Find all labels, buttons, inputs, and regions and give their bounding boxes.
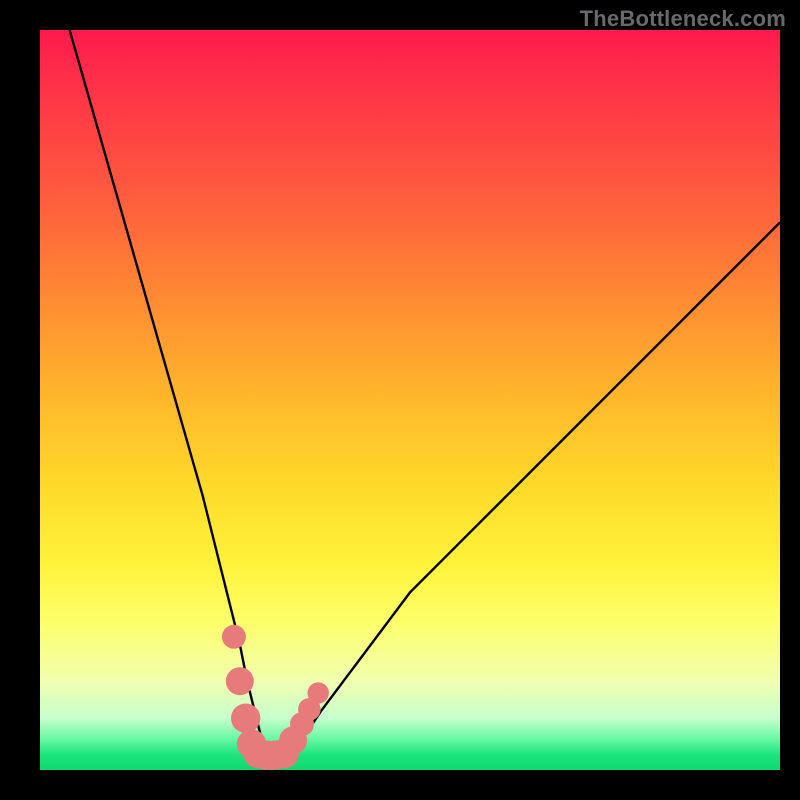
watermark-text: TheBottleneck.com	[580, 6, 786, 32]
curve-layer	[40, 30, 780, 770]
plot-area	[40, 30, 780, 770]
right-cluster-4	[308, 682, 329, 703]
left-cluster-3	[231, 704, 260, 733]
bottleneck-curve-path	[70, 30, 780, 755]
marker-group	[222, 625, 329, 770]
left-cluster-1	[222, 625, 246, 649]
chart-frame: TheBottleneck.com	[0, 0, 800, 800]
left-cluster-2	[226, 667, 254, 695]
